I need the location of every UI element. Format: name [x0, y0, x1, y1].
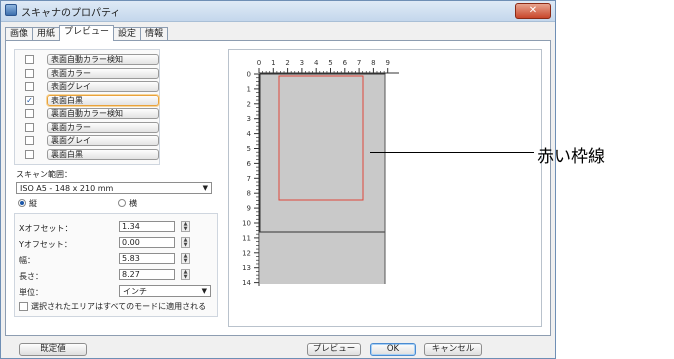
image-type-checkbox[interactable]	[25, 109, 34, 118]
length-stepper[interactable]: ▲ ▼	[181, 269, 190, 280]
left-ruler-label: 10	[242, 220, 251, 228]
apply-all-checkbox[interactable]	[19, 302, 28, 311]
top-ruler-label: 0	[257, 59, 261, 67]
scan-area-value: ISO A5 - 148 x 210 mm	[20, 184, 114, 193]
tab-info[interactable]: 情報	[140, 27, 169, 41]
left-ruler-label: 4	[247, 130, 252, 138]
unit-value: インチ	[123, 287, 147, 296]
ok-button[interactable]: OK	[370, 343, 416, 356]
left-ruler-label: 13	[242, 264, 251, 272]
x-offset-label: Xオフセット：	[19, 224, 73, 233]
top-ruler-label: 6	[343, 59, 348, 67]
left-ruler-label: 2	[247, 100, 251, 108]
scanner-app-icon	[5, 4, 17, 16]
length-label: 長さ：	[19, 272, 43, 281]
tab-settings[interactable]: 設定	[113, 27, 142, 41]
width-label: 幅：	[19, 256, 35, 265]
image-type-checkbox[interactable]	[25, 122, 34, 132]
offset-group: Xオフセット： 1.34 ▲ ▼ Yオフセット： 0.00 ▲ ▼ 幅： 5.83 …	[14, 213, 218, 317]
image-type-button[interactable]: 裏面カラー	[47, 121, 159, 133]
callout-label: 赤い枠線	[537, 147, 605, 167]
scanner-properties-window: スキャナのプロパティ ✕ 画像 用紙 プレビュー 設定 情報 表面自動カラー検知…	[0, 0, 556, 359]
portrait-label: 縦	[29, 199, 37, 208]
preview-button[interactable]: プレビュー	[307, 343, 361, 356]
left-ruler-label: 14	[242, 279, 251, 287]
top-ruler-label: 9	[385, 59, 389, 67]
x-offset-field[interactable]: 1.34	[119, 221, 175, 232]
unit-select[interactable]: インチ ▼	[119, 285, 211, 297]
y-offset-label: Yオフセット：	[19, 240, 72, 249]
top-ruler-label: 1	[271, 59, 275, 67]
image-type-button[interactable]: 表面白黒	[47, 94, 159, 106]
image-type-checkbox[interactable]	[25, 82, 34, 91]
width-field[interactable]: 5.83	[119, 253, 175, 264]
left-ruler-label: 7	[247, 175, 251, 183]
top-ruler-label: 5	[328, 59, 332, 67]
left-ruler-label: 8	[247, 190, 251, 198]
top-ruler-label: 8	[371, 59, 375, 67]
tab-paper[interactable]: 用紙	[32, 27, 61, 41]
left-ruler-label: 3	[247, 115, 251, 123]
landscape-radio[interactable]	[118, 199, 126, 207]
image-type-button[interactable]: 裏面グレイ	[47, 135, 159, 146]
portrait-radio[interactable]	[18, 199, 26, 207]
landscape-label: 横	[129, 199, 137, 208]
preview-area[interactable]: 0 1 2 3 4 5 6 7 8 9 0 1 2 3 4 5 6 7 8 9 10 11 12 13 14	[228, 49, 542, 327]
scan-area-label: スキャン範囲：	[16, 170, 72, 179]
tab-bar: 画像 用紙 プレビュー 設定 情報	[5, 25, 169, 41]
default-button[interactable]: 既定値	[19, 343, 87, 356]
top-ruler-label: 7	[357, 59, 361, 67]
y-offset-field[interactable]: 0.00	[119, 237, 175, 248]
tab-preview[interactable]: プレビュー	[59, 25, 115, 41]
y-offset-stepper[interactable]: ▲ ▼	[181, 237, 190, 248]
image-type-group: 表面自動カラー検知 表面カラー表面グレイ ✓ 表面白黒裏面自動カラー検知 裏面カラー裏面…	[14, 49, 160, 165]
left-ruler-label: 0	[247, 71, 251, 79]
x-offset-stepper[interactable]: ▲ ▼	[181, 221, 190, 232]
image-type-checkbox[interactable]: ✓	[25, 95, 34, 105]
tab-image[interactable]: 画像	[5, 27, 34, 41]
left-ruler-label: 9	[247, 205, 251, 213]
unit-label: 単位：	[19, 288, 43, 297]
image-type-button[interactable]: 裏面白黒	[47, 148, 159, 160]
top-ruler-label: 2	[285, 59, 289, 67]
preview-canvas[interactable]: 0 1 2 3 4 5 6 7 8 901234567891011121314	[229, 50, 541, 326]
top-ruler-label: 4	[314, 59, 319, 67]
left-ruler-label: 1	[247, 85, 251, 93]
cancel-button[interactable]: キャンセル	[424, 343, 482, 356]
preview-tab-content: 表面自動カラー検知 表面カラー表面グレイ ✓ 表面白黒裏面自動カラー検知 裏面カラー裏面…	[5, 40, 551, 336]
width-stepper[interactable]: ▲ ▼	[181, 253, 190, 264]
image-type-checkbox[interactable]	[25, 68, 34, 78]
image-type-checkbox[interactable]	[25, 149, 34, 159]
top-ruler-label: 3	[300, 59, 304, 67]
apply-all-label: 選択されたエリアはすべてのモードに適用される	[31, 302, 207, 311]
chevron-down-icon: ▼	[202, 184, 208, 192]
window-title: スキャナのプロパティ	[21, 8, 121, 19]
length-field[interactable]: 8.27	[119, 269, 175, 280]
image-type-button[interactable]: 表面グレイ	[47, 81, 159, 92]
image-type-button[interactable]: 裏面自動カラー検知	[47, 108, 159, 119]
left-ruler-label: 5	[247, 145, 251, 153]
image-type-checkbox[interactable]	[25, 136, 34, 145]
image-type-checkbox[interactable]	[25, 55, 34, 64]
scan-area-select[interactable]: ISO A5 - 148 x 210 mm ▼	[16, 182, 212, 194]
callout-line	[370, 152, 534, 153]
title-bar[interactable]: スキャナのプロパティ ✕	[1, 1, 555, 22]
left-ruler-label: 12	[242, 249, 251, 257]
left-ruler-label: 11	[242, 234, 251, 242]
image-type-button[interactable]: 表面カラー	[47, 67, 159, 79]
image-type-button[interactable]: 表面自動カラー検知	[47, 54, 159, 65]
chevron-down-icon: ▼	[201, 287, 207, 295]
close-button[interactable]: ✕	[515, 3, 551, 19]
left-ruler-label: 6	[247, 160, 252, 168]
